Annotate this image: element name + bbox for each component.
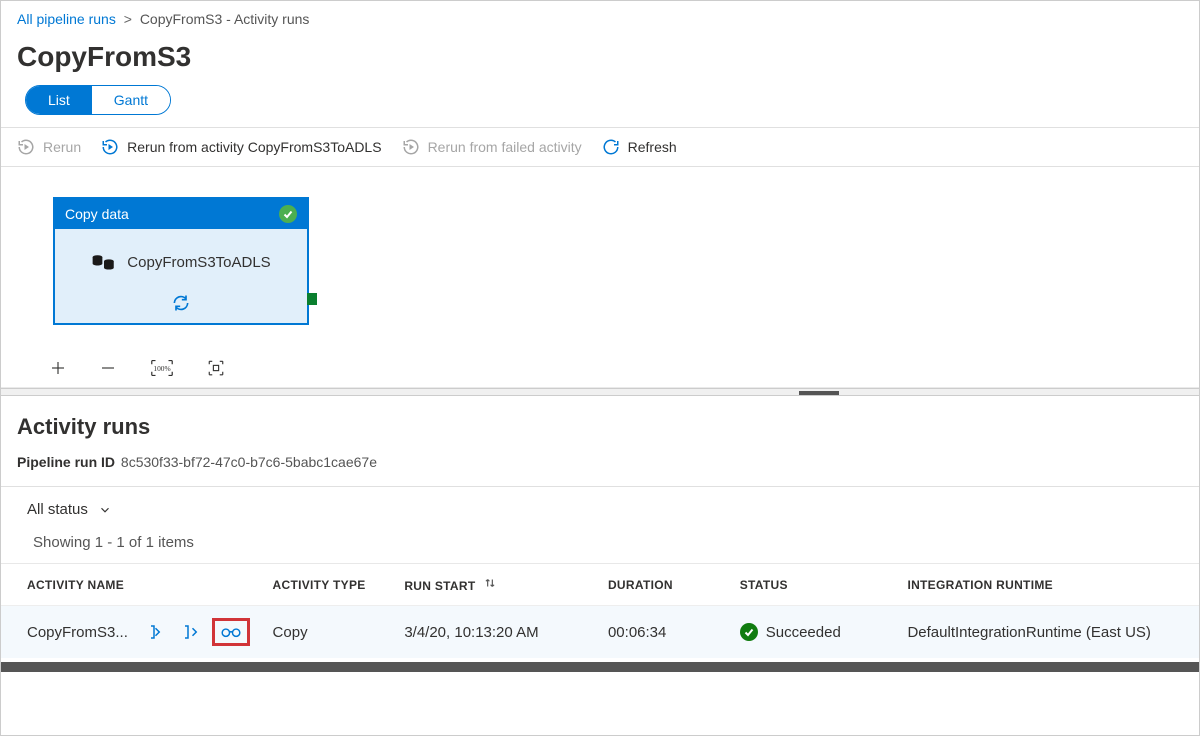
col-status[interactable]: STATUS [732, 564, 900, 606]
col-run-start[interactable]: RUN START [396, 564, 600, 606]
rerun-failed-label: Rerun from failed activity [428, 139, 582, 155]
details-glasses-icon[interactable] [212, 618, 250, 646]
database-stack-icon [91, 249, 117, 275]
zoom-fit-button[interactable] [207, 359, 225, 377]
refresh-icon [602, 138, 620, 156]
col-activity-type[interactable]: ACTIVITY TYPE [265, 564, 397, 606]
toolbar: Rerun Rerun from activity CopyFromS3ToAD… [1, 127, 1199, 167]
rerun-label: Rerun [43, 139, 81, 155]
col-integration-runtime[interactable]: INTEGRATION RUNTIME [899, 564, 1199, 606]
refresh-button[interactable]: Refresh [602, 138, 677, 156]
status-filter-dropdown[interactable]: All status [27, 501, 112, 518]
pipeline-id-value: 8c530f33-bf72-47c0-b7c6-5babc1cae67e [121, 454, 377, 470]
col-activity-name[interactable]: ACTIVITY NAME [1, 564, 265, 606]
row-duration: 00:06:34 [600, 606, 732, 659]
view-toggle: List Gantt [1, 85, 1199, 127]
sort-arrows-icon [483, 576, 497, 590]
zoom-in-button[interactable] [49, 359, 67, 377]
rerun-from-label: Rerun from activity CopyFromS3ToADLS [127, 139, 381, 155]
output-icon[interactable] [178, 619, 204, 645]
check-circle-icon [740, 623, 758, 641]
col-duration[interactable]: DURATION [600, 564, 732, 606]
rerun-from-button[interactable]: Rerun from activity CopyFromS3ToADLS [101, 138, 381, 156]
sync-icon[interactable] [171, 293, 191, 313]
rerun-failed-button: Rerun from failed activity [402, 138, 582, 156]
activity-card-footer [55, 293, 307, 323]
zoom-reset-button[interactable]: 100% [149, 359, 175, 377]
row-status: Succeeded [766, 624, 841, 641]
rerun-button: Rerun [17, 138, 81, 156]
horizontal-scrollbar[interactable] [1, 662, 1199, 672]
svg-text:100%: 100% [153, 364, 170, 373]
row-integration-runtime: DefaultIntegrationRuntime (East US) [899, 606, 1199, 659]
activity-card[interactable]: Copy data CopyFromS3ToADLS [53, 197, 309, 325]
row-run-start: 3/4/20, 10:13:20 AM [396, 606, 600, 659]
breadcrumb: All pipeline runs > CopyFromS3 - Activit… [1, 1, 1199, 31]
pipeline-canvas[interactable]: Copy data CopyFromS3ToADLS [1, 167, 1199, 345]
pipeline-id-label: Pipeline run ID [17, 454, 115, 470]
showing-count: Showing 1 - 1 of 1 items [1, 526, 1199, 563]
breadcrumb-root[interactable]: All pipeline runs [17, 11, 116, 27]
activity-runs-table: ACTIVITY NAME ACTIVITY TYPE RUN START DU… [1, 563, 1199, 658]
list-gantt-toggle: List Gantt [25, 85, 171, 115]
replay-icon [17, 138, 35, 156]
zoom-out-button[interactable] [99, 359, 117, 377]
pipeline-run-id-row: Pipeline run ID 8c530f33-bf72-47c0-b7c6-… [1, 450, 1199, 486]
activity-card-header: Copy data [55, 199, 307, 229]
output-connector[interactable] [307, 293, 317, 305]
success-badge-icon [279, 205, 297, 223]
replay-from-icon [101, 138, 119, 156]
activity-name-label: CopyFromS3ToADLS [127, 254, 270, 271]
activity-type-label: Copy data [65, 206, 129, 222]
toggle-list-button[interactable]: List [26, 86, 92, 114]
replay-failed-icon [402, 138, 420, 156]
page-title: CopyFromS3 [1, 31, 1199, 85]
activity-card-body: CopyFromS3ToADLS [55, 229, 307, 293]
breadcrumb-current: CopyFromS3 - Activity runs [140, 11, 310, 27]
row-activity-type: Copy [265, 606, 397, 659]
filter-row: All status [1, 486, 1199, 526]
zoom-controls: 100% [1, 345, 1199, 388]
table-row[interactable]: CopyFromS3... Copy 3/4/20, [1, 606, 1199, 659]
section-title: Activity runs [1, 396, 1199, 450]
refresh-label: Refresh [628, 139, 677, 155]
breadcrumb-sep: > [124, 11, 132, 27]
input-icon[interactable] [144, 619, 170, 645]
canvas-scrollbar[interactable] [1, 388, 1199, 396]
status-filter-label: All status [27, 501, 88, 518]
toggle-gantt-button[interactable]: Gantt [92, 86, 170, 114]
chevron-down-icon [98, 503, 112, 517]
row-activity-name: CopyFromS3... [27, 624, 128, 641]
